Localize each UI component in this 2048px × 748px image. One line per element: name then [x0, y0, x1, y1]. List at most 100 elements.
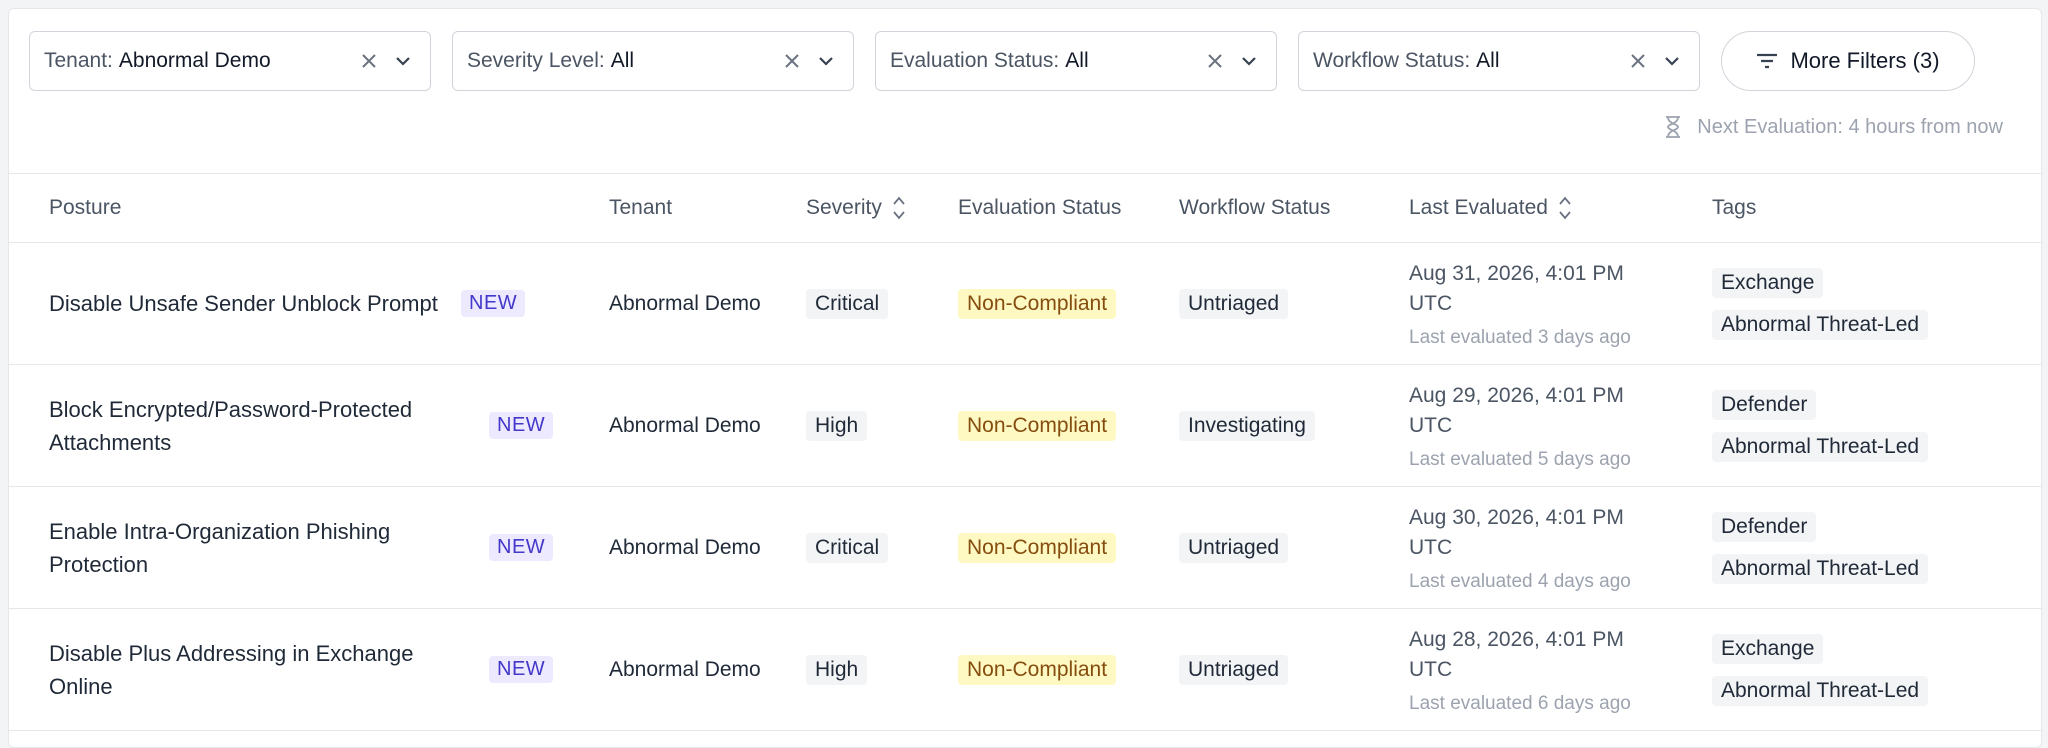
column-header-last-evaluated[interactable]: Last Evaluated [1409, 174, 1572, 242]
filter-workflow-status[interactable]: Workflow Status: All [1298, 31, 1700, 91]
severity-badge: High [806, 410, 868, 441]
table-row[interactable]: Enable Intra-Organization Phishing Prote… [9, 487, 2041, 609]
more-filters-button[interactable]: More Filters (3) [1721, 31, 1975, 91]
severity-badge: Critical [806, 288, 889, 319]
posture-panel: Tenant: Abnormal Demo Severity Level: Al… [8, 8, 2042, 748]
filter-bar: Tenant: Abnormal Demo Severity Level: Al… [29, 31, 1975, 91]
tag-chip: Exchange [1712, 267, 1824, 298]
tag-chip: Abnormal Threat-Led [1712, 431, 1929, 462]
last-evaluated-cell: Aug 29, 2026, 4:01 PM UTC Last evaluated… [1409, 365, 1649, 486]
tags-cell: Exchange Abnormal Threat-Led [1712, 243, 1929, 364]
filter-value: All [1476, 49, 1500, 72]
last-evaluated-relative: Last evaluated 4 days ago [1409, 570, 1631, 592]
tenant-name: Abnormal Demo [609, 535, 761, 559]
last-evaluated-relative: Last evaluated 6 days ago [1409, 692, 1631, 714]
column-header-evaluation-status[interactable]: Evaluation Status [958, 174, 1121, 242]
last-evaluated-relative: Last evaluated 3 days ago [1409, 326, 1631, 348]
column-label: Workflow Status [1179, 196, 1331, 219]
tenant-cell: Abnormal Demo [609, 243, 761, 364]
tag-chip: Exchange [1712, 633, 1824, 664]
last-evaluated-cell: Aug 28, 2026, 4:01 PM UTC Last evaluated… [1409, 609, 1649, 730]
tag-chip: Defender [1712, 511, 1817, 542]
severity-cell: Critical [806, 487, 889, 608]
evaluation-status-cell: Non-Compliant [958, 609, 1117, 730]
posture-cell: Block Encrypted/Password-Protected Attac… [49, 365, 579, 486]
sort-icon[interactable] [892, 194, 906, 222]
filter-lines-icon [1756, 52, 1778, 70]
tags-cell: Exchange Abnormal Threat-Led [1712, 609, 1929, 730]
severity-cell: High [806, 365, 868, 486]
table-row[interactable]: Disable Plus Addressing in Exchange Onli… [9, 609, 2041, 731]
workflow-status-badge: Investigating [1179, 410, 1315, 441]
column-header-tags[interactable]: Tags [1712, 174, 1756, 242]
last-evaluated-date: Aug 29, 2026, 4:01 PM UTC [1409, 383, 1624, 437]
close-icon[interactable] [1625, 48, 1651, 74]
workflow-status-cell: Untriaged [1179, 243, 1289, 364]
column-label: Tenant [609, 196, 673, 219]
chevron-down-icon[interactable] [390, 48, 416, 74]
close-icon[interactable] [779, 48, 805, 74]
filter-label: Severity Level: [467, 49, 605, 72]
filter-label: Tenant: [44, 49, 113, 72]
close-icon[interactable] [356, 48, 382, 74]
severity-badge: High [806, 654, 868, 685]
tag-chip: Abnormal Threat-Led [1712, 553, 1929, 584]
posture-name[interactable]: Disable Plus Addressing in Exchange Onli… [49, 637, 481, 703]
close-icon[interactable] [1202, 48, 1228, 74]
posture-name[interactable]: Disable Unsafe Sender Unblock Prompt [49, 287, 457, 320]
tenant-cell: Abnormal Demo [609, 487, 761, 608]
column-header-severity[interactable]: Severity [806, 174, 906, 242]
new-badge: NEW [489, 534, 554, 561]
last-evaluated-relative: Last evaluated 5 days ago [1409, 448, 1631, 470]
tag-chip: Defender [1712, 389, 1817, 420]
chevron-down-icon[interactable] [1659, 48, 1685, 74]
severity-cell: Critical [806, 243, 889, 364]
evaluation-status-cell: Non-Compliant [958, 243, 1117, 364]
filter-severity-level[interactable]: Severity Level: All [452, 31, 854, 91]
filter-value: Abnormal Demo [118, 49, 271, 72]
column-header-posture[interactable]: Posture [49, 174, 121, 242]
filter-value: All [1065, 49, 1089, 72]
workflow-status-cell: Untriaged [1179, 609, 1289, 730]
more-filters-label: More Filters (3) [1790, 48, 1940, 73]
posture-name[interactable]: Block Encrypted/Password-Protected Attac… [49, 393, 481, 459]
filter-tenant[interactable]: Tenant: Abnormal Demo [29, 31, 431, 91]
tag-chip: Abnormal Threat-Led [1712, 309, 1929, 340]
chevron-down-icon[interactable] [1236, 48, 1262, 74]
last-evaluated-cell: Aug 30, 2026, 4:01 PM UTC Last evaluated… [1409, 487, 1649, 608]
filter-label: Workflow Status: [1313, 49, 1471, 72]
new-badge: NEW [489, 412, 554, 439]
tag-chip: Abnormal Threat-Led [1712, 675, 1929, 706]
column-header-tenant[interactable]: Tenant [609, 174, 672, 242]
column-label: Evaluation Status [958, 196, 1122, 219]
workflow-status-badge: Untriaged [1179, 654, 1289, 685]
filter-evaluation-status[interactable]: Evaluation Status: All [875, 31, 1277, 91]
posture-name[interactable]: Enable Intra-Organization Phishing Prote… [49, 515, 481, 581]
tenant-name: Abnormal Demo [609, 413, 761, 437]
column-header-workflow-status[interactable]: Workflow Status [1179, 174, 1330, 242]
column-label: Severity [806, 196, 882, 219]
column-label: Posture [49, 196, 122, 219]
last-evaluated-date: Aug 30, 2026, 4:01 PM UTC [1409, 505, 1624, 559]
workflow-status-cell: Untriaged [1179, 487, 1289, 608]
tags-cell: Defender Abnormal Threat-Led [1712, 365, 1929, 486]
table-row[interactable]: Disable Unsafe Sender Unblock Prompt NEW… [9, 243, 2041, 365]
posture-cell: Enable Intra-Organization Phishing Prote… [49, 487, 579, 608]
chevron-down-icon[interactable] [813, 48, 839, 74]
tenant-name: Abnormal Demo [609, 657, 761, 681]
next-evaluation-text: Next Evaluation: 4 hours from now [1697, 115, 2003, 138]
severity-badge: Critical [806, 532, 889, 563]
last-evaluated-cell: Aug 31, 2026, 4:01 PM UTC Last evaluated… [1409, 243, 1649, 364]
tags-cell: Defender Abnormal Threat-Led [1712, 487, 1929, 608]
posture-cell: Disable Unsafe Sender Unblock Prompt NEW [49, 243, 579, 364]
filter-value: All [610, 49, 635, 72]
evaluation-status-cell: Non-Compliant [958, 365, 1117, 486]
evaluation-status-cell: Non-Compliant [958, 487, 1117, 608]
sort-icon[interactable] [1558, 194, 1572, 222]
evaluation-status-badge: Non-Compliant [958, 532, 1117, 563]
hourglass-icon [1663, 115, 1683, 139]
evaluation-status-badge: Non-Compliant [958, 654, 1117, 685]
table-row[interactable]: Block Encrypted/Password-Protected Attac… [9, 365, 2041, 487]
workflow-status-badge: Untriaged [1179, 532, 1289, 563]
column-label: Tags [1712, 196, 1757, 219]
